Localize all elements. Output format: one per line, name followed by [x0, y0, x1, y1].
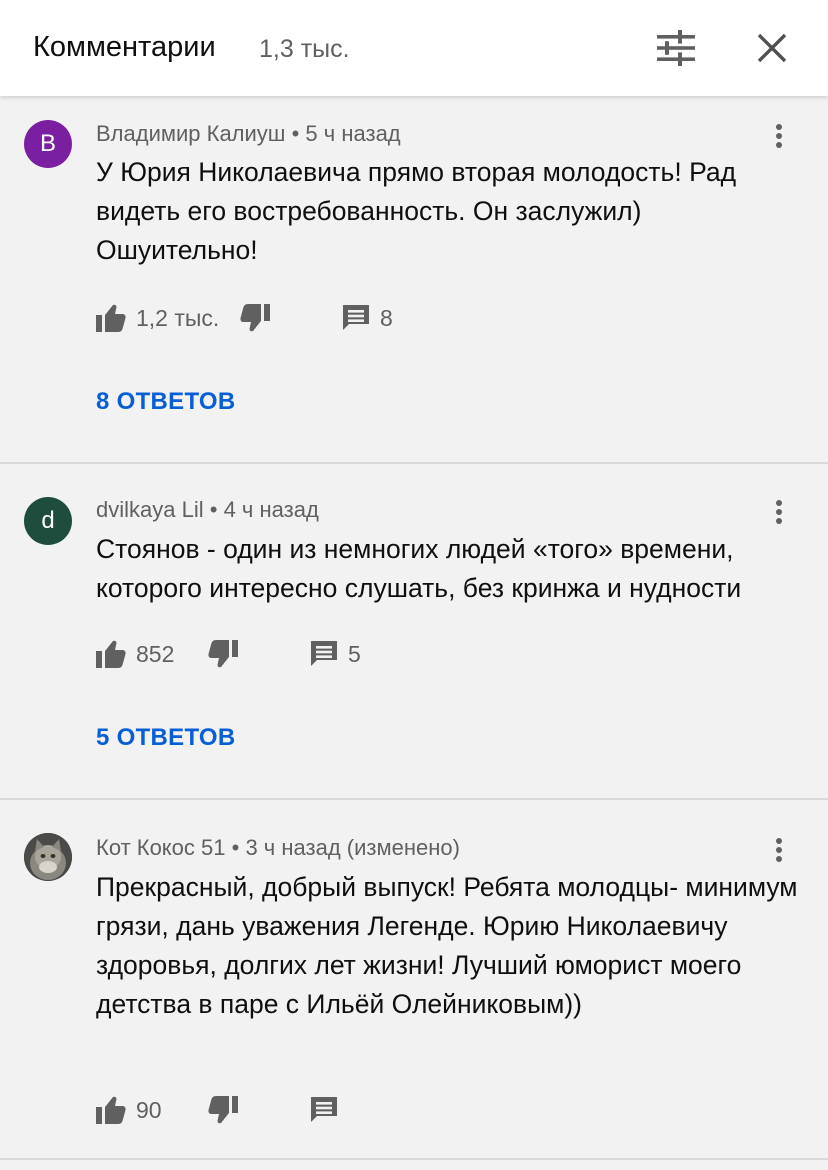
tune-icon [656, 30, 696, 66]
comment-meta: dvilkaya Lil • 4 ч назад [96, 496, 319, 524]
close-icon [756, 32, 788, 64]
comment-menu-button[interactable] [762, 116, 796, 156]
comment-author[interactable]: dvilkaya Lil [96, 497, 204, 522]
thumb-down-icon [240, 304, 270, 332]
comment-menu-button[interactable] [762, 830, 796, 870]
reply-button[interactable] [310, 1090, 338, 1130]
thumb-up-icon [96, 640, 126, 668]
comments-list: В Владимир Калиуш • 5 ч назад У Юрия Ник… [0, 96, 828, 1160]
comment-text: Прекрасный, добрый выпуск! Ребята молодц… [96, 872, 798, 1019]
comment-icon [310, 1096, 338, 1124]
cat-photo-icon [24, 833, 72, 881]
more-vert-icon [775, 123, 783, 149]
comments-header: Комментарии 1,3 тыс. [0, 0, 828, 96]
comment-item: В Владимир Калиуш • 5 ч назад У Юрия Ник… [0, 96, 828, 464]
comment-time: 3 ч назад (изменено) [245, 835, 460, 860]
reply-count: 5 [348, 640, 361, 667]
header-title: Комментарии [33, 31, 216, 63]
reply-button[interactable]: 8 [342, 298, 393, 338]
more-vert-icon [775, 499, 783, 525]
avatar[interactable] [24, 833, 72, 881]
avatar-letter: В [39, 130, 56, 157]
comment-meta: Владимир Калиуш • 5 ч назад [96, 120, 401, 148]
comment-author[interactable]: Кот Кокос 51 [96, 835, 226, 860]
like-count: 852 [136, 640, 175, 667]
comment-icon [310, 640, 338, 668]
comment-author[interactable]: Владимир Калиуш [96, 121, 285, 146]
dislike-button[interactable] [208, 1090, 238, 1130]
like-button[interactable]: 1,2 тыс. [96, 298, 219, 338]
like-count: 90 [136, 1096, 162, 1123]
avatar[interactable]: В [24, 120, 72, 168]
comment-text: Стоянов - один из немногих людей «того» … [96, 534, 742, 603]
comment-menu-button[interactable] [762, 492, 796, 532]
comment-actions: 90 [96, 1090, 496, 1130]
thumb-up-icon [96, 304, 126, 332]
comment-actions: 1,2 тыс. 8 [96, 298, 496, 338]
avatar-letter: d [41, 507, 55, 534]
comment-icon [342, 304, 370, 332]
sort-filter-button[interactable] [650, 25, 702, 71]
comment-item: d dvilkaya Lil • 4 ч назад Стоянов - оди… [0, 464, 828, 800]
comment-time: 5 ч назад [305, 121, 401, 146]
like-button[interactable]: 852 [96, 634, 174, 674]
like-count: 1,2 тыс. [136, 304, 220, 331]
comment-text: У Юрия Николаевича прямо вторая молодост… [96, 157, 737, 265]
comment-actions: 852 5 [96, 634, 496, 674]
more-vert-icon [775, 837, 783, 863]
thumb-up-icon [96, 1096, 126, 1124]
like-button[interactable]: 90 [96, 1090, 162, 1130]
comment-meta: Кот Кокос 51 • 3 ч назад (изменено) [96, 834, 460, 862]
comment-count: 1,3 тыс. [259, 35, 350, 63]
thumb-down-icon [208, 1096, 238, 1124]
reply-button[interactable]: 5 [310, 634, 361, 674]
reply-count: 8 [380, 304, 393, 331]
view-replies-button[interactable]: 5 ОТВЕТОВ [96, 724, 235, 752]
comment-item: Кот Кокос 51 • 3 ч назад (изменено) Прек… [0, 800, 828, 1160]
thumb-down-icon [208, 640, 238, 668]
meta-separator: • [209, 497, 224, 522]
view-replies-button[interactable]: 8 ОТВЕТОВ [96, 388, 235, 416]
avatar[interactable]: d [24, 497, 72, 545]
meta-separator: • [231, 835, 246, 860]
meta-separator: • [291, 121, 306, 146]
dislike-button[interactable] [240, 298, 270, 338]
dislike-button[interactable] [208, 634, 238, 674]
close-button[interactable] [748, 25, 796, 71]
comment-time: 4 ч назад [223, 497, 319, 522]
